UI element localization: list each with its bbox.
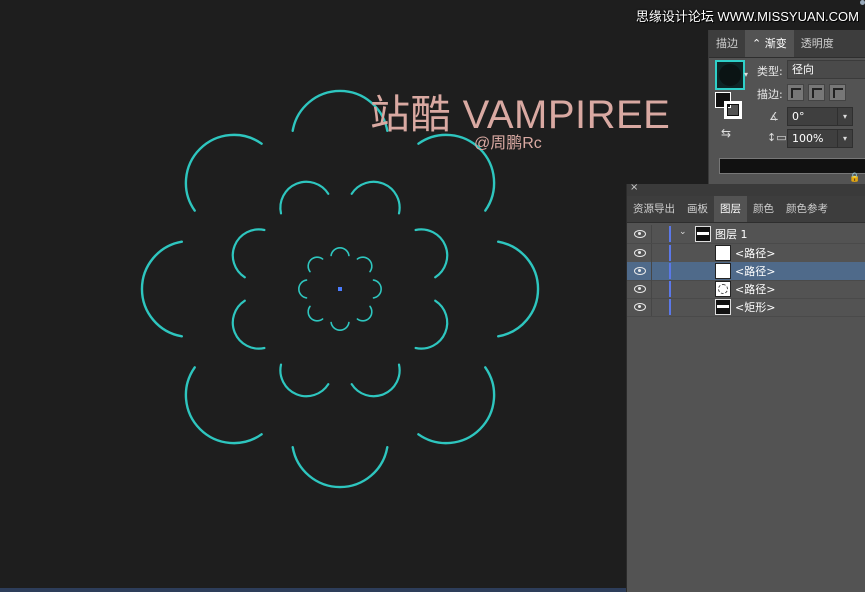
petal-arc — [184, 133, 263, 212]
eye-icon[interactable] — [634, 228, 646, 238]
layer-color-bar — [669, 299, 671, 315]
gradient-panel-tabs: 描边 ⌃ 渐变 透明度 — [709, 30, 865, 58]
layer-name: <路径> — [735, 247, 776, 260]
petal-arc — [279, 180, 330, 215]
type-label: 类型: — [757, 65, 783, 78]
eye-icon[interactable] — [634, 301, 646, 311]
gradient-panel: 描边 ⌃ 渐变 透明度 ▾ 类型: 径向 描边: ⇆ ∡ 0° ▾ ↕▭ 100… — [708, 30, 865, 185]
eye-icon[interactable] — [634, 265, 646, 275]
site-logo: 思缘设计论坛 WWW.MISSYUAN.COM — [635, 9, 859, 24]
tab-artboards[interactable]: 画板 — [681, 196, 714, 222]
layer-thumbnail — [715, 299, 731, 315]
layer-row-layer1[interactable]: ⌄ 图层 1 — [627, 225, 865, 244]
petal-arc — [414, 228, 449, 279]
layers-panel-tabs: 资源导出 画板 图层 颜色 颜色参考 — [627, 196, 865, 223]
tab-gradient-label: 渐变 — [764, 37, 787, 50]
petal-arc — [372, 279, 382, 299]
lock-column[interactable] — [651, 262, 652, 280]
reverse-gradient-icon[interactable]: ⇆ — [721, 126, 731, 140]
tab-transparency[interactable]: 透明度 — [794, 30, 841, 57]
layer-row-path-1[interactable]: <路径> — [627, 244, 865, 263]
layer-thumbnail — [715, 245, 731, 261]
status-strip — [0, 588, 626, 592]
lock-column[interactable] — [651, 225, 652, 243]
stroke-label: 描边: — [757, 88, 783, 101]
tab-asset-export[interactable]: 资源导出 — [627, 196, 681, 222]
petal-arc — [497, 240, 540, 338]
stroke-across-button[interactable] — [829, 84, 846, 101]
aspect-ratio-icon: ↕▭ — [767, 131, 787, 144]
layer-name: <矩形> — [735, 301, 776, 314]
lock-icon[interactable]: 🔒 — [849, 173, 860, 183]
stroke-gradient-options — [787, 84, 846, 101]
petal-arc — [356, 305, 373, 322]
tab-gradient[interactable]: ⌃ 渐变 — [745, 30, 794, 57]
layer-row-path-3[interactable]: <路径> — [627, 280, 865, 299]
petal-arc — [350, 363, 401, 398]
stroke-proxy — [724, 101, 742, 119]
lock-column[interactable] — [651, 244, 652, 262]
petal-arc — [350, 180, 401, 215]
stroke-along-button[interactable] — [808, 84, 825, 101]
layers-panel: × 资源导出 画板 图层 颜色 颜色参考 ⌄ 图层 1 <路径> <路径> <路… — [626, 182, 865, 592]
layer-color-bar — [669, 263, 671, 279]
corner-dot-icon — [860, 0, 865, 5]
petal-arc — [184, 366, 263, 445]
petal-arc — [330, 321, 350, 331]
petal-arc — [291, 446, 389, 489]
layer-color-bar — [669, 281, 671, 297]
chevron-down-icon[interactable]: ▾ — [744, 70, 748, 79]
tab-layers[interactable]: 图层 — [714, 196, 747, 222]
close-icon[interactable]: × — [630, 182, 638, 193]
petal-arc — [140, 240, 183, 338]
layer-color-bar — [669, 226, 671, 242]
watermark-subtitle: @周鹏Rc — [474, 135, 542, 152]
stroke-within-button[interactable] — [787, 84, 804, 101]
petal-arc — [279, 363, 330, 398]
petal-arc — [231, 228, 266, 279]
gradient-preview — [719, 64, 741, 86]
petal-arc — [417, 366, 496, 445]
layer-row-path-2[interactable]: <路径> — [627, 262, 865, 281]
layer-thumbnail — [715, 263, 731, 279]
angle-field[interactable]: 0° ▾ — [787, 107, 853, 126]
petal-arc — [414, 299, 449, 350]
petal-arc — [307, 256, 324, 273]
layer-name: 图层 1 — [715, 228, 748, 241]
center-anchor-point — [338, 287, 342, 291]
petal-arc — [356, 256, 373, 273]
tab-color-guide[interactable]: 颜色参考 — [780, 196, 834, 222]
petal-arc — [330, 247, 350, 257]
layer-thumbnail — [715, 281, 731, 297]
chevron-down-icon[interactable]: ▾ — [837, 130, 852, 147]
angle-value: 0° — [792, 110, 805, 123]
angle-icon: ∡ — [769, 110, 779, 123]
petal-arc — [307, 305, 324, 322]
eye-icon[interactable] — [634, 283, 646, 293]
petal-arc — [231, 299, 266, 350]
fill-stroke-swap-icon[interactable] — [715, 92, 742, 119]
aspect-ratio-field[interactable]: 100% ▾ — [787, 129, 853, 148]
lock-column[interactable] — [651, 298, 652, 316]
petal-arc — [298, 279, 308, 299]
layer-color-bar — [669, 245, 671, 261]
tab-stroke[interactable]: 描边 — [709, 30, 745, 57]
layer-name: <路径> — [735, 265, 776, 278]
aspect-value: 100% — [792, 132, 824, 145]
layer-thumbnail — [695, 226, 711, 242]
layer-row-rect[interactable]: <矩形> — [627, 298, 865, 317]
tab-color[interactable]: 颜色 — [747, 196, 780, 222]
layer-name: <路径> — [735, 283, 776, 296]
gradient-swatch[interactable] — [715, 60, 745, 90]
panel-header-bar: × — [627, 182, 865, 196]
chevron-down-icon[interactable]: ⌄ — [679, 227, 687, 237]
lock-column[interactable] — [651, 280, 652, 298]
gradient-type-select[interactable]: 径向 — [787, 60, 865, 79]
eye-icon[interactable] — [634, 247, 646, 257]
chevron-down-icon[interactable]: ▾ — [837, 108, 852, 125]
gradient-slider[interactable] — [719, 158, 865, 174]
